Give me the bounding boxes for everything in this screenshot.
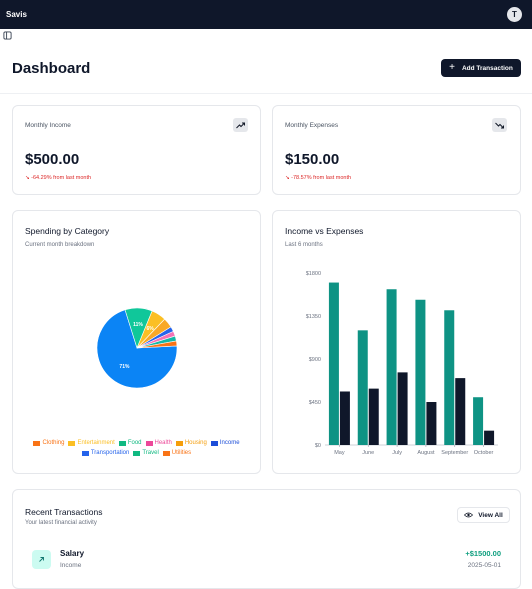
bar-expenses[interactable]: [484, 430, 495, 445]
stat-change: ↘ -64.29% from last month: [25, 175, 91, 181]
view-all-button[interactable]: View All: [457, 507, 510, 523]
bar-income[interactable]: [386, 289, 397, 445]
trend-down-small-icon: ↘: [25, 175, 30, 181]
monthly-income-card: Monthly Income $500.00 ↘ -64.29% from la…: [12, 105, 261, 195]
y-tick-label: $450: [309, 400, 321, 406]
x-tick-label: September: [441, 450, 468, 456]
view-all-label: View All: [478, 511, 503, 519]
trending-up-icon: [233, 118, 248, 132]
pie-chart: 71%11%6%: [96, 307, 178, 389]
legend-item[interactable]: Entertainment: [68, 440, 115, 446]
user-avatar[interactable]: T: [507, 7, 522, 22]
pie-legend: Clothing Entertainment Food Health Housing In…: [13, 440, 260, 456]
card-title: Recent Transactions: [25, 507, 103, 517]
spending-by-category-card: Spending by Category Current month break…: [12, 210, 261, 474]
monthly-expenses-card: Monthly Expenses $150.00 ↘ -78.57% from …: [272, 105, 521, 195]
bar-chart: $0 $450 $900 $1350 $1800 May June July August Sep…: [306, 271, 498, 456]
x-tick-label: October: [474, 450, 494, 456]
x-tick-label: June: [362, 450, 374, 456]
top-bar: Savis T: [0, 0, 532, 29]
legend-item[interactable]: Housing: [175, 440, 207, 446]
stat-change-text: -78.57% from last month: [291, 175, 352, 181]
legend-swatch: [210, 440, 218, 446]
y-tick-label: $0: [315, 443, 321, 449]
legend-label: Health: [154, 440, 172, 446]
stat-change: ↘ -78.57% from last month: [285, 175, 351, 181]
stat-value: $150.00: [285, 151, 340, 168]
page-header: Dashboard + Add Transaction: [0, 54, 532, 94]
bar-expenses[interactable]: [397, 372, 408, 445]
bar-expenses[interactable]: [426, 402, 437, 445]
bar-expenses[interactable]: [368, 388, 379, 445]
bar-income[interactable]: [444, 310, 455, 445]
legend-label: Entertainment: [77, 440, 115, 446]
sidebar-toggle-icon[interactable]: [3, 31, 12, 40]
y-tick-label: $900: [309, 357, 321, 363]
legend-item[interactable]: Clothing: [33, 440, 64, 446]
legend-swatch: [162, 450, 170, 456]
legend-label: Housing: [184, 440, 207, 446]
legend-label: Travel: [142, 450, 159, 456]
bar-expenses[interactable]: [455, 378, 466, 445]
transaction-amount: +$1500.00: [465, 549, 501, 558]
legend-swatch: [68, 440, 76, 446]
legend-swatch: [118, 440, 126, 446]
legend-swatch: [175, 440, 183, 446]
transaction-category: Income: [60, 562, 82, 569]
recent-transactions-card: Recent Transactions Your latest financia…: [12, 489, 521, 589]
legend-swatch: [81, 450, 89, 456]
legend-item[interactable]: Travel: [133, 450, 159, 456]
add-transaction-button[interactable]: + Add Transaction: [441, 59, 521, 77]
legend-item[interactable]: Income: [210, 440, 240, 446]
legend-item[interactable]: Transportation: [81, 450, 130, 456]
income-vs-expenses-card: Income vs Expenses Last 6 months $0 $450 $…: [272, 210, 521, 474]
stat-label: Monthly Income: [25, 122, 71, 129]
legend-item[interactable]: Food: [118, 440, 142, 446]
transaction-date: 2025-05-01: [467, 562, 501, 569]
stat-label: Monthly Expenses: [285, 122, 339, 129]
y-tick-label: $1350: [306, 314, 321, 320]
card-subtitle: Your latest financial activity: [25, 520, 97, 526]
bar-income[interactable]: [473, 397, 484, 445]
x-tick-label: August: [417, 450, 435, 456]
legend-label: Utilities: [171, 450, 192, 456]
pie-data-label: 11%: [133, 322, 143, 328]
transaction-row[interactable]: Salary Income +$1500.00 2025-05-01: [24, 544, 509, 571]
bar-income[interactable]: [415, 299, 426, 445]
eye-icon: [464, 512, 474, 518]
x-tick-label: July: [392, 450, 402, 456]
arrow-up-right-icon: [32, 550, 51, 569]
legend-item[interactable]: Health: [145, 440, 172, 446]
bar-income[interactable]: [328, 282, 339, 445]
legend-swatch: [133, 450, 141, 456]
bar-income[interactable]: [357, 330, 368, 445]
page-title: Dashboard: [12, 60, 91, 77]
add-transaction-label: Add Transaction: [461, 64, 513, 72]
legend-label: Clothing: [42, 440, 65, 446]
legend-swatch: [33, 440, 41, 446]
trending-down-icon: [492, 118, 507, 132]
plus-icon: +: [449, 62, 455, 73]
trend-down-small-icon: ↘: [285, 175, 290, 181]
transaction-name: Salary: [60, 549, 85, 558]
legend-swatch: [145, 440, 153, 446]
legend-label: Income: [219, 440, 240, 446]
legend-label: Food: [127, 440, 142, 446]
bar-expenses[interactable]: [339, 391, 350, 445]
app-name: Savis: [6, 10, 27, 19]
stat-change-text: -64.29% from last month: [31, 175, 92, 181]
legend-label: Transportation: [90, 450, 130, 456]
pie-data-label: 71%: [119, 364, 130, 370]
stat-value: $500.00: [25, 151, 80, 168]
x-tick-label: May: [334, 450, 345, 456]
y-tick-label: $1800: [306, 271, 321, 277]
legend-item[interactable]: Utilities: [162, 450, 192, 456]
